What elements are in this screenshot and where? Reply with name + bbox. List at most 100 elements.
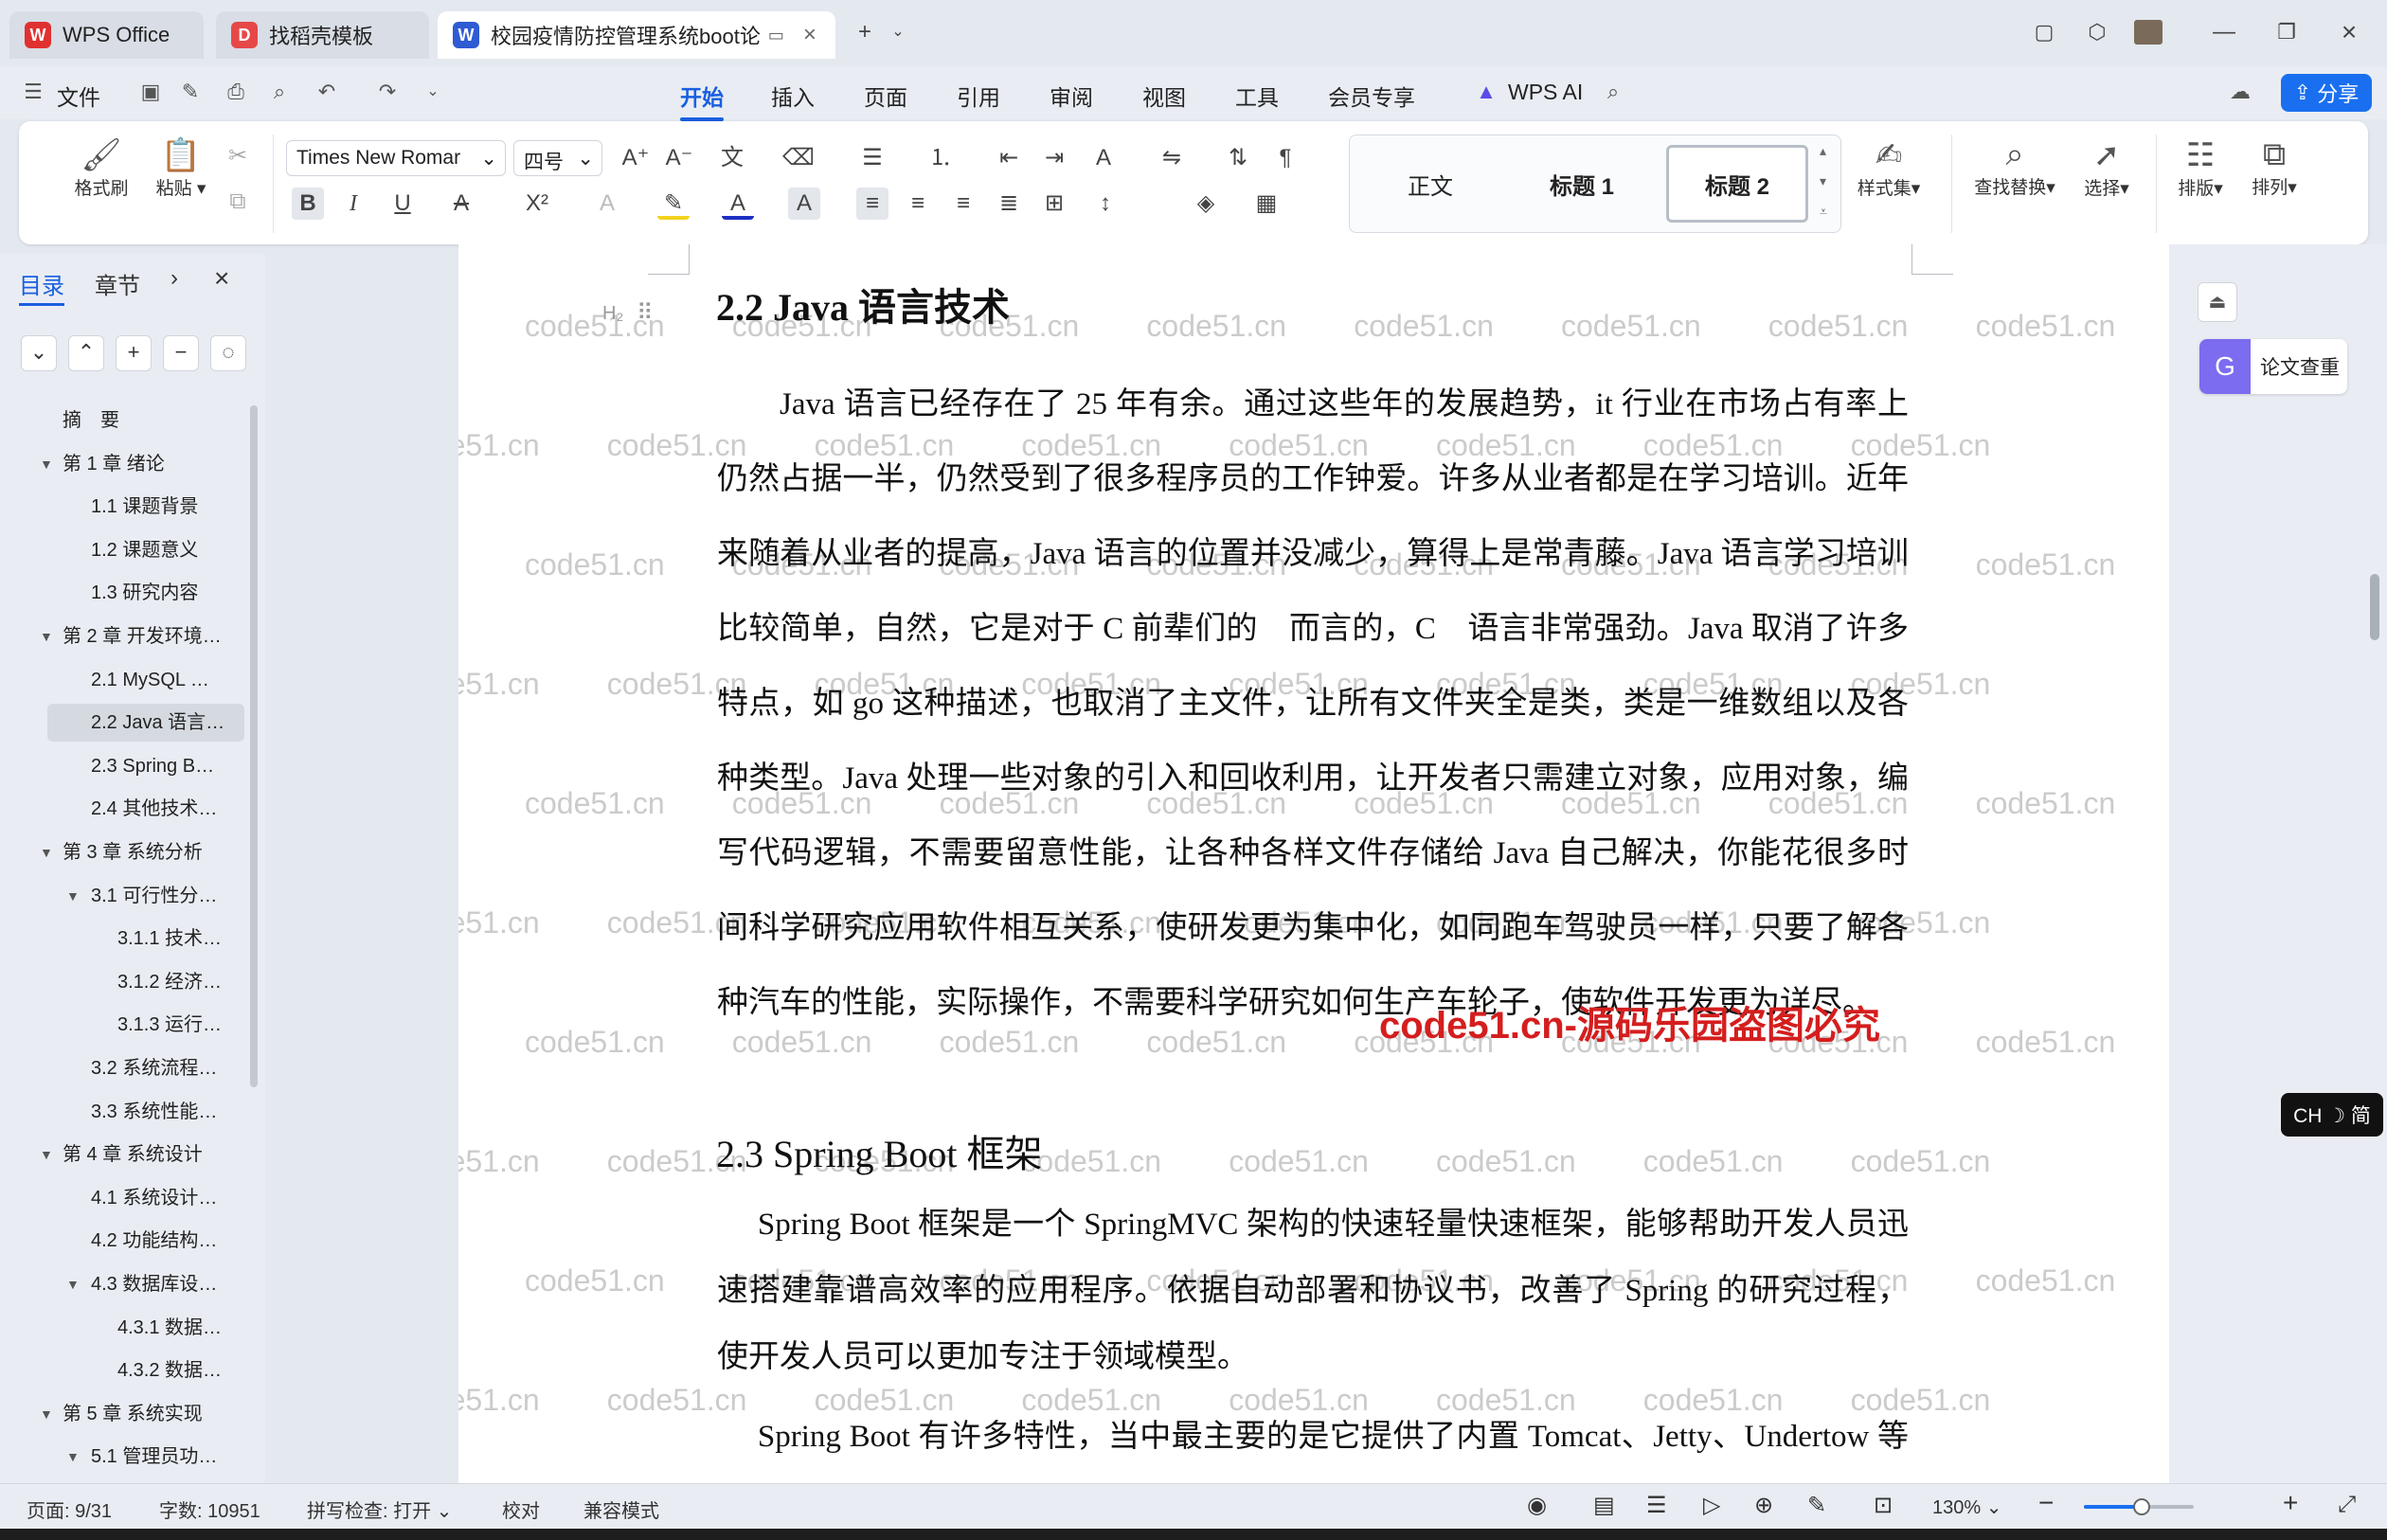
style-heading2[interactable]: 标题 2 [1666, 145, 1808, 223]
toc-item[interactable]: 3.1.3 运行… [47, 1006, 244, 1044]
more-options-button[interactable]: ◌ [210, 335, 246, 371]
tab-wps-office[interactable]: W WPS Office [9, 11, 204, 59]
menu-review[interactable]: 审阅 [1050, 80, 1093, 112]
paste-button[interactable]: 📋 粘贴 ▾ [148, 136, 214, 200]
expand-toggle-icon[interactable]: ▼ [40, 1136, 53, 1173]
toc-item[interactable]: 2.3 Spring B… [47, 747, 244, 785]
undo-icon[interactable]: ↶ [313, 78, 341, 106]
ime-indicator[interactable]: CH ☽ 简 [2281, 1093, 2383, 1137]
zoom-select[interactable]: 130% ⌄ [1932, 1495, 2001, 1519]
menu-view[interactable]: 视图 [1142, 80, 1186, 112]
align-left-button[interactable]: ≡ [856, 188, 888, 220]
toc-item[interactable]: 4.3.2 数据… [47, 1352, 244, 1389]
toc-item[interactable]: 2.4 其他技术… [47, 790, 244, 828]
collapse-panel-icon[interactable]: ⏏ [2198, 282, 2237, 322]
tab-docer[interactable]: D 找稻壳模板 [216, 11, 429, 59]
tab-sections[interactable]: 章节 [95, 267, 140, 300]
expand-toggle-icon[interactable]: ▼ [40, 1395, 53, 1433]
menu-tools[interactable]: 工具 [1235, 80, 1279, 112]
maximize-icon[interactable]: ❐ [2270, 15, 2304, 49]
style-normal[interactable]: 正文 [1359, 145, 1501, 223]
toc-item[interactable]: 第 1 章 绪论 [47, 445, 244, 483]
highlight-icon[interactable]: ✎ [657, 188, 690, 220]
avatar[interactable] [2131, 15, 2165, 49]
remove-heading-button[interactable]: − [163, 335, 199, 371]
toc-item[interactable]: 4.3.1 数据… [47, 1309, 244, 1347]
borders-icon[interactable]: ▦ [1250, 188, 1283, 220]
fullscreen-icon[interactable]: ⤢ [2338, 1492, 2356, 1518]
font-color-icon[interactable]: A [722, 188, 754, 220]
toc-item[interactable]: 1.1 课题背景 [47, 488, 244, 526]
zoom-slider-knob[interactable] [2133, 1498, 2151, 1515]
toc-item[interactable]: 1.2 课题意义 [47, 531, 244, 569]
chevron-right-icon[interactable]: › [170, 265, 178, 292]
shrink-font-icon[interactable]: A⁻ [663, 142, 695, 174]
scroll-down-icon[interactable]: ▾ [1820, 173, 1826, 189]
toc-item[interactable]: 第 5 章 系统实现 [47, 1395, 244, 1433]
grow-font-icon[interactable]: A⁺ [619, 142, 652, 174]
heading-level-marker[interactable]: H₂ [602, 303, 623, 325]
fit-page-icon[interactable]: ⊡ [1874, 1492, 1893, 1519]
underline-button[interactable]: U [386, 188, 419, 220]
zoom-in-icon[interactable]: + [2283, 1488, 2298, 1518]
customize-chevron-icon[interactable]: ⌄ [419, 78, 447, 106]
add-heading-button[interactable]: + [116, 335, 152, 371]
close-tab-icon[interactable]: × [803, 22, 817, 48]
increase-indent-icon[interactable]: ⇥ [1038, 142, 1070, 174]
toc-item[interactable]: 2.1 MySQL … [47, 661, 244, 699]
font-name-select[interactable]: Times New Romar ⌄ [286, 140, 506, 176]
pen-icon[interactable]: ✎ [176, 78, 205, 106]
italic-button[interactable]: I [337, 188, 369, 220]
toc-item[interactable]: 3.1.2 经济… [47, 963, 244, 1001]
window-layout-icon[interactable]: ▢ [2027, 15, 2061, 49]
toc-item[interactable]: 第 3 章 系统分析 [47, 833, 244, 871]
align-center-button[interactable]: ≡ [902, 188, 934, 220]
superscript-button[interactable]: X² [521, 188, 553, 220]
expand-toggle-icon[interactable]: ▼ [40, 618, 53, 655]
expand-gallery-icon[interactable]: ⩡ [1820, 204, 1827, 220]
shading-icon[interactable]: ◈ [1190, 188, 1222, 220]
expand-toggle-icon[interactable]: ▼ [40, 833, 53, 871]
menu-insert[interactable]: 插入 [771, 80, 815, 112]
char-shading-icon[interactable]: A [788, 188, 820, 220]
cloud-icon[interactable]: ☁ [2226, 78, 2254, 106]
copy-icon[interactable]: ⧉ [222, 186, 254, 218]
page-view-icon[interactable]: ▤ [1593, 1492, 1615, 1519]
toc-item[interactable]: 3.3 系统性能… [47, 1093, 244, 1131]
toc-item[interactable]: 3.1.1 技术… [47, 920, 244, 958]
arrange-button[interactable]: ⧉ 排列▾ [2241, 136, 2307, 199]
phonetic-icon[interactable]: 文 [716, 142, 748, 174]
text-effect-icon[interactable]: A [591, 188, 623, 220]
close-window-icon[interactable]: × [2332, 15, 2366, 49]
chinese-layout-icon[interactable]: ⇋ [1156, 142, 1188, 174]
menu-file[interactable]: 文件 [57, 80, 100, 112]
layout-button[interactable]: ☷ 排版▾ [2167, 136, 2234, 200]
clear-format-icon[interactable]: ⌫ [782, 142, 815, 174]
format-painter-button[interactable]: 🖌 格式刷 [68, 136, 135, 200]
tab-list-chevron-icon[interactable]: ⌄ [881, 15, 915, 49]
toc-item[interactable]: 1.3 研究内容 [47, 574, 244, 612]
save-icon[interactable]: ▣ [136, 78, 165, 106]
bold-button[interactable]: B [292, 188, 324, 220]
align-right-button[interactable]: ≡ [947, 188, 979, 220]
page-indicator[interactable]: 页面: 9/31 [27, 1495, 112, 1523]
menu-home[interactable]: 开始 [680, 80, 724, 121]
drag-handle-icon[interactable]: ⠿ [637, 299, 654, 327]
document-page[interactable]: code51.cn code51.cn code51.cn code51.cn … [458, 244, 2169, 1483]
tab-document[interactable]: W 校园疫情防控管理系统boot论 ▭ × [438, 11, 835, 59]
expand-toggle-icon[interactable]: ▼ [40, 445, 53, 483]
share-button[interactable]: ⇪ 分享 [2281, 74, 2372, 112]
menu-page[interactable]: 页面 [864, 80, 907, 112]
tab-toc[interactable]: 目录 [19, 267, 64, 306]
menu-wps-ai[interactable]: WPS AI [1508, 80, 1583, 105]
vertical-scrollbar[interactable] [2370, 574, 2379, 640]
font-size-select[interactable]: 四号 ⌄ [513, 140, 602, 176]
decrease-indent-icon[interactable]: ⇤ [993, 142, 1025, 174]
menu-member[interactable]: 会员专享 [1328, 80, 1415, 112]
redo-icon[interactable]: ↷ [373, 78, 402, 106]
toc-item[interactable]: 第 4 章 系统设计 [47, 1136, 244, 1173]
collapse-up-button[interactable]: ⌃ [68, 335, 104, 371]
toc-item[interactable]: 摘 要 [47, 402, 244, 439]
distributed-button[interactable]: ⊞ [1038, 188, 1070, 220]
minimize-icon[interactable]: — [2207, 15, 2241, 49]
